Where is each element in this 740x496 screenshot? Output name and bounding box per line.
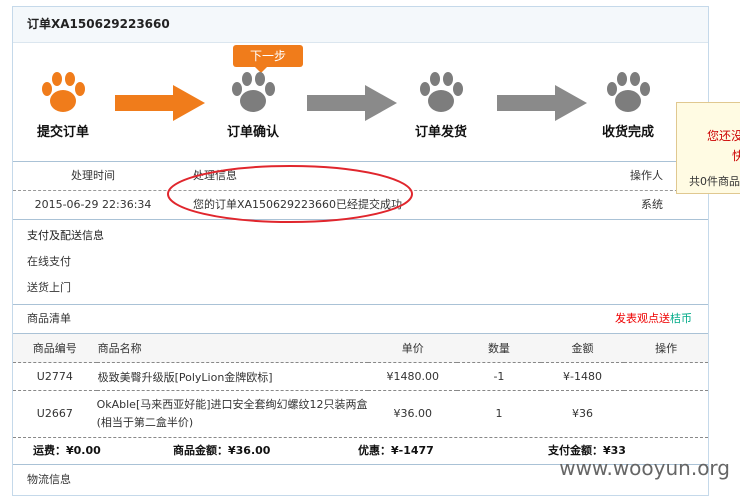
step-complete: 收货完成 — [588, 71, 668, 140]
goods-price: ¥36.00 — [393, 407, 432, 421]
cart-popup-line2: 快 — [732, 149, 740, 163]
cart-popup-count: 共0件商品 — [689, 175, 740, 188]
paw-gray-icon — [420, 72, 463, 112]
payment-method: 在线支付 — [27, 255, 71, 268]
opinion-text: 发表观点送 — [615, 312, 670, 325]
goods-qty: -1 — [493, 370, 505, 383]
col-qty: 数量 — [487, 342, 510, 355]
goods-code: U2774 — [36, 370, 73, 383]
paw-orange-icon — [42, 72, 85, 112]
shipping-fee: 运费：¥0.00 — [33, 443, 101, 457]
operator-header: 操作人 — [630, 169, 663, 182]
goods-qty: 1 — [495, 407, 503, 421]
step-ship: 订单发货 — [401, 71, 481, 140]
arrow-gray-icon — [497, 85, 587, 121]
step-confirm: 订单确认 — [213, 71, 293, 140]
goods-title: 商品清单 — [27, 312, 71, 325]
goods-price: ¥1480.00 — [386, 370, 439, 383]
goods-code: U2667 — [36, 407, 73, 421]
step-label: 收货完成 — [601, 125, 654, 140]
goods-table-header: 商品编号 商品名称 单价 数量 金额 操作 — [13, 334, 708, 363]
col-op: 操作 — [655, 342, 678, 355]
cart-popup-line1: 您还没 — [707, 129, 740, 143]
watermark: www.wooyun.org — [559, 456, 730, 480]
payment-title: 支付及配送信息 — [27, 229, 104, 242]
time-header: 处理时间 — [71, 169, 115, 182]
goods-op — [624, 363, 708, 391]
goods-total: 商品金额：¥36.00 — [173, 443, 271, 457]
goods-name[interactable]: OkAble[马来西亚好能]进口安全套绚幻螺纹12只装两盒(相当于第二盒半价) — [97, 391, 369, 437]
order-progress: 下一步 提交订单 订单确认 订单发货 收货完成 — [13, 43, 708, 161]
opinion-suffix: 桔币 — [670, 312, 692, 325]
col-price: 单价 — [401, 342, 424, 355]
step-submit: 提交订单 — [23, 71, 103, 140]
table-row: U2774 极致美臀升级版[PolyLion金牌欧标] ¥1480.00 -1 … — [13, 363, 708, 391]
cart-popup[interactable]: 您还没 快 共0件商品 — [676, 102, 740, 194]
col-code: 商品编号 — [32, 342, 77, 355]
step-label: 订单确认 — [226, 125, 279, 140]
table-row: U2667 OkAble[马来西亚好能]进口安全套绚幻螺纹12只装两盒(相当于第… — [13, 391, 708, 437]
goods-amount: ¥-1480 — [563, 370, 603, 383]
goods-header: 商品清单 发表观点送桔币 — [13, 305, 708, 334]
paw-gray-icon — [232, 72, 275, 112]
step-label: 订单发货 — [414, 125, 467, 140]
step-label: 提交订单 — [36, 125, 89, 140]
goods-table: 商品编号 商品名称 单价 数量 金额 操作 U2774 极致美臀升级版[Poly… — [13, 334, 708, 437]
delivery-method: 送货上门 — [27, 281, 71, 294]
payment-delivery-section: 支付及配送信息 在线支付 送货上门 — [13, 220, 708, 305]
goods-name[interactable]: 极致美臀升级版[PolyLion金牌欧标] — [97, 363, 369, 391]
arrow-orange-icon — [115, 85, 205, 121]
goods-op — [624, 391, 708, 437]
log-time: 2015-06-29 22:36:34 — [34, 198, 152, 211]
discount: 优惠：¥-1477 — [358, 443, 434, 457]
order-title: 订单XA150629223660 — [13, 7, 708, 43]
col-amount: 金额 — [571, 342, 594, 355]
goods-amount: ¥36 — [572, 407, 594, 421]
paw-gray-icon — [607, 72, 650, 112]
highlight-ellipse — [167, 165, 413, 223]
arrow-gray-icon — [307, 85, 397, 121]
opinion-link[interactable]: 发表观点送桔币 — [615, 305, 692, 333]
col-name: 商品名称 — [97, 342, 142, 355]
order-panel: 订单XA150629223660 下一步 提交订单 订单确认 订单发货 收货完成… — [12, 6, 709, 496]
next-step-bubble: 下一步 — [233, 45, 303, 73]
log-operator: 系统 — [641, 198, 663, 211]
